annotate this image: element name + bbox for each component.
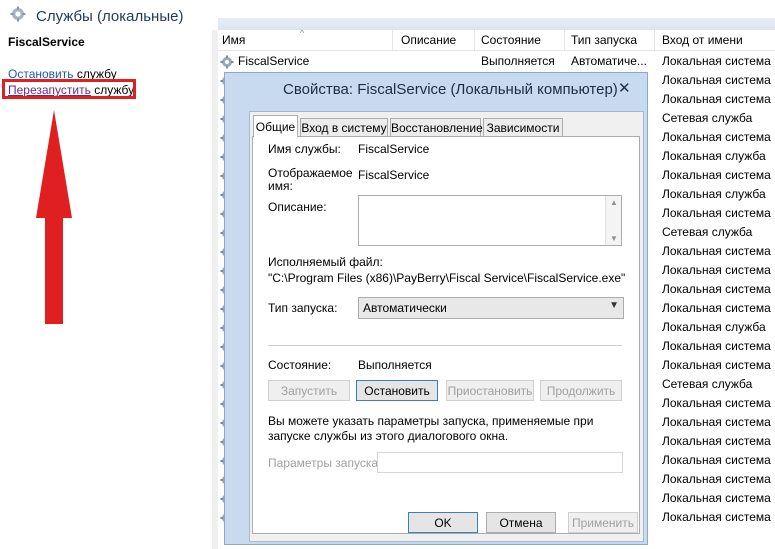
column-separator[interactable] (474, 30, 475, 50)
service-row-logon[interactable]: Локальная система (662, 396, 771, 410)
description-textbox[interactable]: ▲ ▼ (358, 195, 622, 246)
column-separator[interactable] (654, 30, 655, 50)
service-gear-icon (220, 55, 234, 69)
red-up-arrow (36, 110, 72, 324)
column-separator[interactable] (392, 30, 393, 50)
params-input[interactable] (377, 452, 623, 473)
startup-type-selected: Автоматически (363, 301, 447, 315)
close-icon[interactable]: ✕ (618, 79, 631, 97)
service-row-logon[interactable]: Локальная система (662, 434, 771, 448)
description-scrollbar[interactable]: ▲ ▼ (605, 196, 621, 245)
service-row-logon[interactable]: Локальная служба (662, 149, 766, 163)
service-row-logon[interactable]: Локальная служба (662, 320, 766, 334)
column-startup-type[interactable]: Тип запуска (571, 33, 637, 47)
dialog-title: Свойства: FiscalService (Локальный компь… (283, 81, 618, 98)
column-logon[interactable]: Вход от имени (662, 33, 743, 47)
state-label: Состояние: (268, 358, 332, 372)
params-note: Вы можете указать параметры запуска, при… (268, 414, 594, 443)
service-name-label: Имя службы: (268, 142, 341, 156)
service-row-logon[interactable]: Локальная система (662, 510, 771, 524)
properties-dialog: Свойства: FiscalService (Локальный компь… (224, 72, 648, 545)
startup-type-select[interactable]: Автоматически ▼ (358, 297, 624, 319)
separator (268, 345, 622, 346)
ok-button[interactable]: OK (408, 512, 478, 533)
service-row-logon[interactable]: Локальная система (662, 472, 771, 486)
service-row-logon[interactable]: Локальная система (662, 263, 771, 277)
service-row-logon[interactable]: Локальная система (662, 415, 771, 429)
service-row-logon[interactable]: Локальная система (662, 73, 771, 87)
service-row-logon[interactable]: Локальная система (662, 301, 771, 315)
executable-path: "C:\Program Files (x86)\PayBerry\Fiscal … (268, 271, 626, 285)
dialog-titlebar[interactable]: Свойства: FiscalService (Локальный компь… (225, 73, 649, 105)
stop-button[interactable]: Остановить (356, 380, 438, 401)
service-row-logon[interactable]: Локальная система (662, 282, 771, 296)
sort-up-icon: ^ (300, 28, 305, 38)
scroll-up-icon[interactable]: ▲ (610, 198, 618, 207)
service-row-logon[interactable]: Сетевая служба (662, 225, 752, 239)
cancel-button[interactable]: Отмена (486, 512, 556, 533)
service-row-logon[interactable]: Сетевая служба (662, 111, 752, 125)
state-value: Выполняется (358, 358, 432, 372)
column-name[interactable]: Имя (222, 33, 245, 47)
restart-highlight-box (2, 79, 136, 99)
service-row-logon[interactable]: Локальная система (662, 130, 771, 144)
service-row-startup-type: Автоматиче... (571, 54, 647, 68)
service-row-status: Выполняется (481, 54, 555, 68)
service-row-logon[interactable]: Локальная система (662, 491, 771, 505)
scroll-down-icon[interactable]: ▼ (610, 234, 618, 243)
executable-label: Исполняемый файл: (268, 255, 383, 269)
resume-button[interactable]: Продолжить (540, 380, 622, 401)
description-label: Описание: (268, 200, 327, 214)
services-gear-icon (10, 6, 26, 22)
service-row-logon[interactable]: Локальная система (662, 168, 771, 182)
display-name-label-line2: имя: (268, 179, 293, 193)
dialog-body: Общие Вход в систему Восстановление Зави… (249, 111, 644, 542)
pause-button[interactable]: Приостановить (446, 380, 534, 401)
window-title: Службы (локальные) (36, 8, 184, 25)
display-name-label: Отображаемое (268, 166, 353, 180)
service-row-logon[interactable]: Локальная система (662, 453, 771, 467)
selected-service-name: FiscalService (8, 35, 85, 49)
service-row-name[interactable]: FiscalService (238, 54, 309, 68)
tab-general[interactable]: Общие (253, 115, 298, 137)
service-row-logon[interactable]: Локальная система (662, 54, 771, 68)
display-name-value: FiscalService (358, 168, 430, 182)
column-status[interactable]: Состояние (481, 33, 541, 47)
service-row-logon[interactable]: Локальная система (662, 339, 771, 353)
service-row-logon[interactable]: Сетевая служба (662, 377, 752, 391)
startup-type-label: Тип запуска: (268, 301, 338, 315)
tab-recovery[interactable]: Восстановление (390, 118, 483, 137)
general-tab-panel: Имя службы: FiscalService Отображаемое и… (252, 136, 640, 534)
start-button[interactable]: Запустить (268, 380, 350, 401)
column-separator[interactable] (564, 30, 565, 50)
service-row-logon[interactable]: Локальная система (662, 206, 771, 220)
service-name-value: FiscalService (358, 142, 430, 156)
params-label: Параметры запуска: (268, 456, 382, 470)
apply-button[interactable]: Применить (568, 512, 638, 533)
chevron-down-icon: ▼ (609, 300, 619, 311)
service-row-logon[interactable]: Локальная система (662, 244, 771, 258)
services-list-header: Имя ^ Описание Состояние Тип запуска Вхо… (218, 28, 775, 51)
tab-dependencies[interactable]: Зависимости (483, 118, 563, 137)
pane-divider[interactable] (212, 30, 218, 549)
service-row-logon[interactable]: Локальная система (662, 92, 771, 106)
service-row-logon[interactable]: Локальная служба (662, 187, 766, 201)
column-description[interactable]: Описание (401, 33, 456, 47)
service-row-logon[interactable]: Локальная система (662, 358, 771, 372)
left-pane: FiscalService Остановить службу Перезапу… (0, 30, 212, 549)
tab-logon[interactable]: Вход в систему (300, 118, 388, 137)
